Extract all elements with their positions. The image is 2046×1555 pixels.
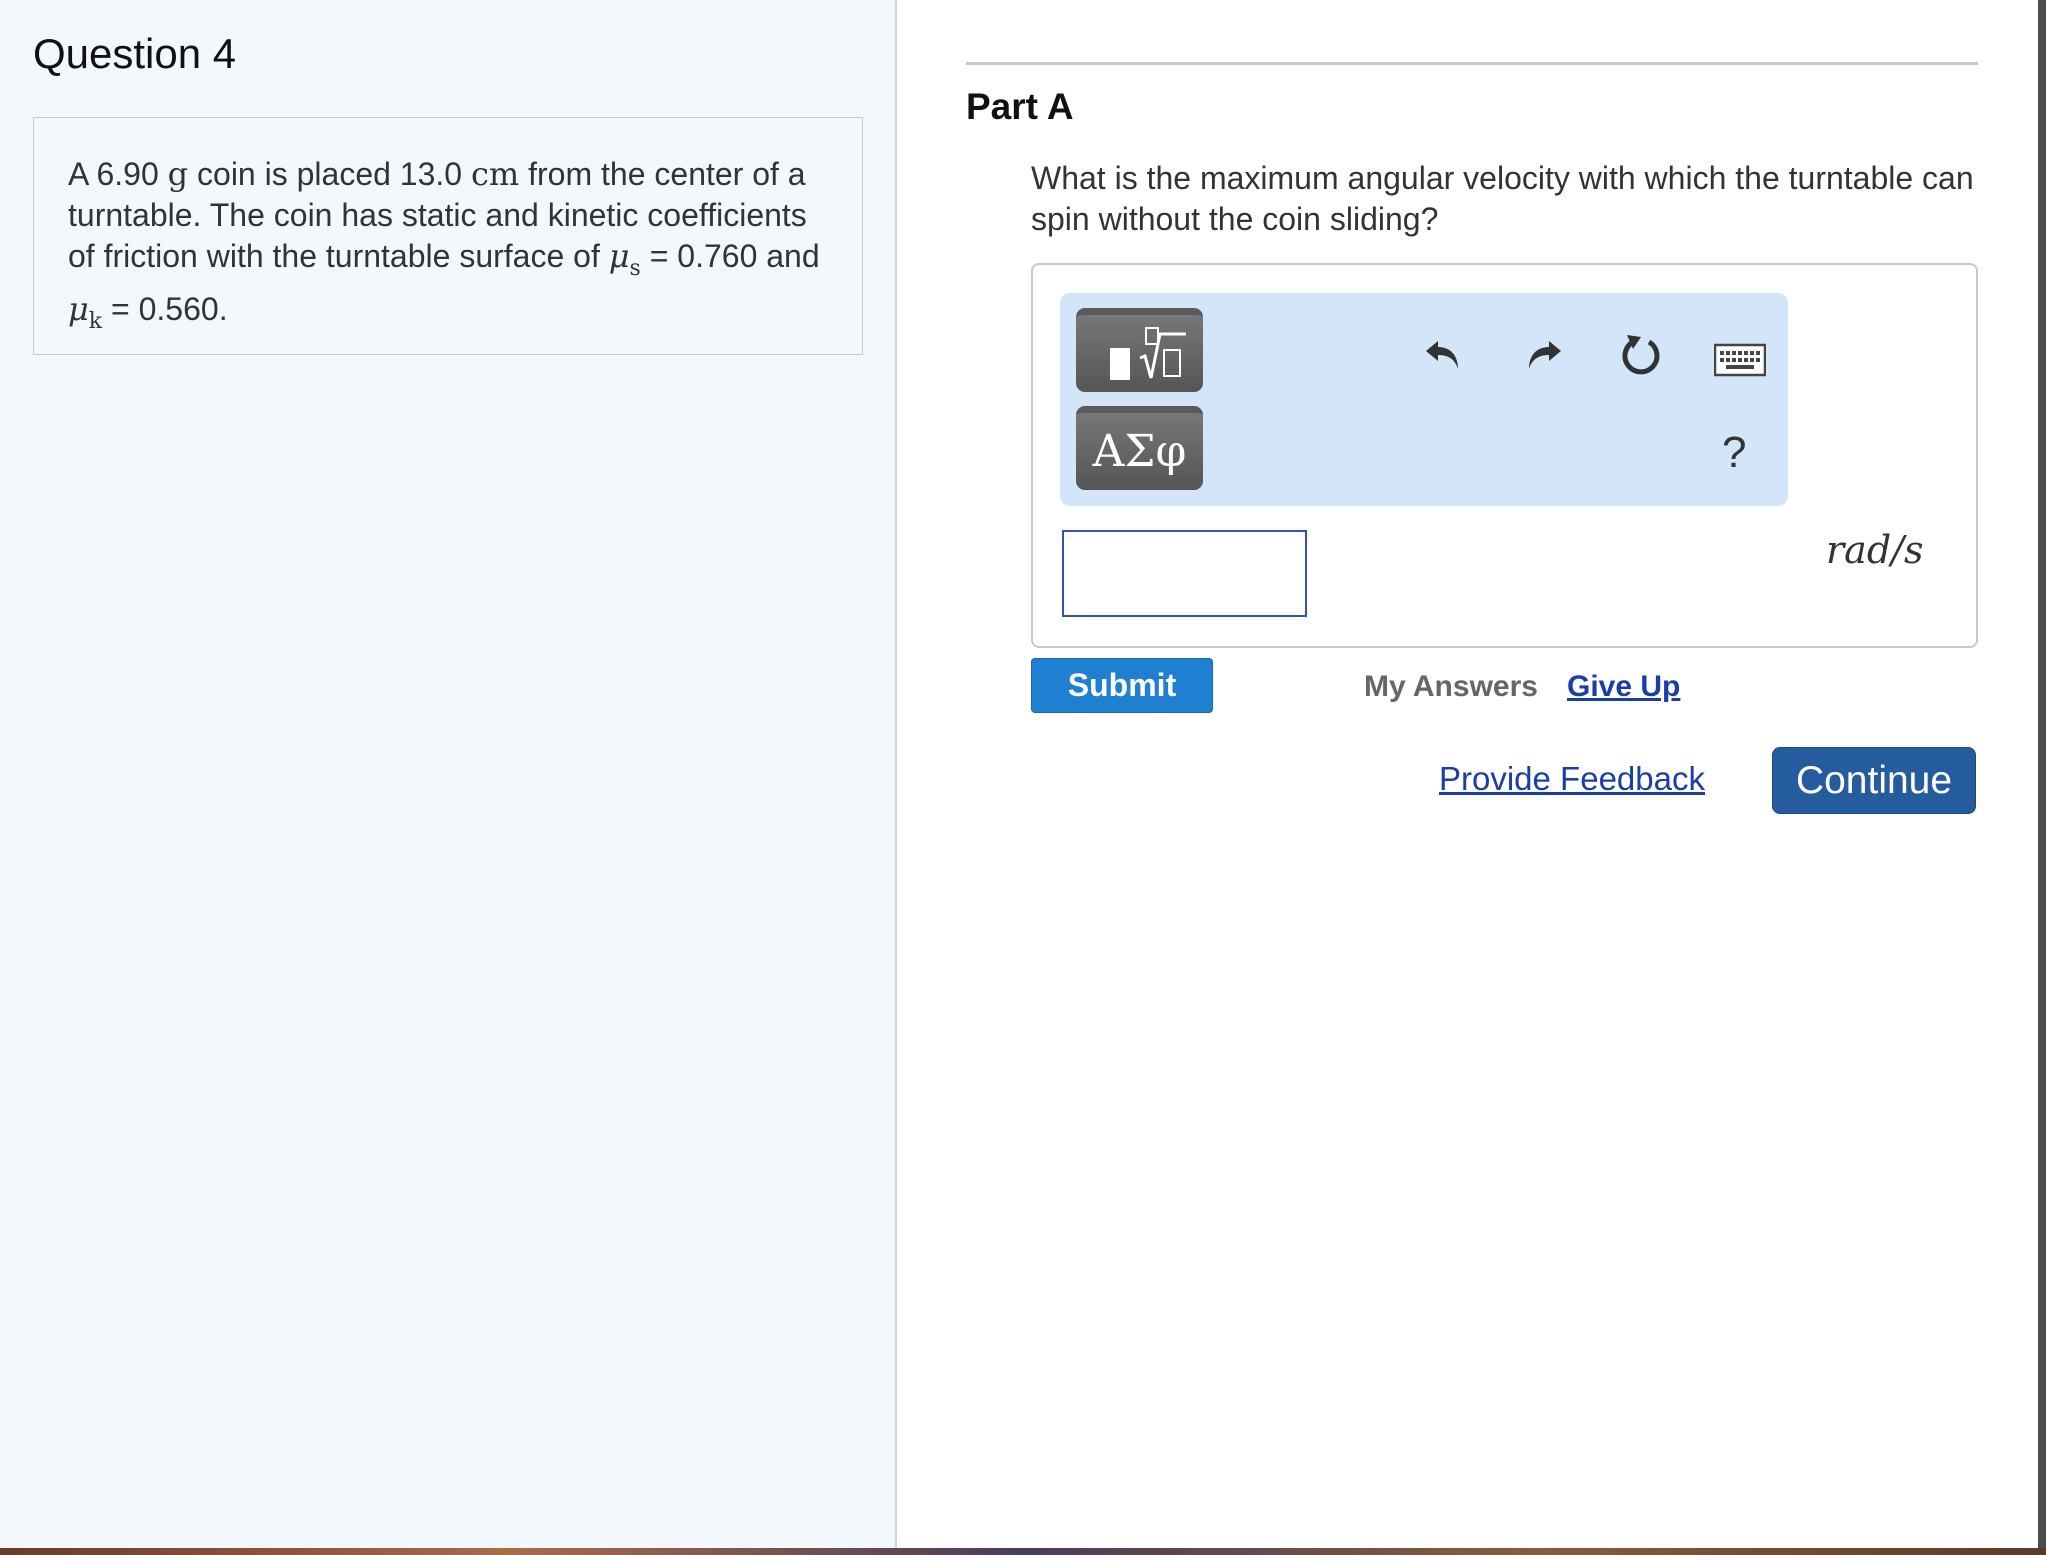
problem-statement: A 6.90 g coin is placed 13.0 cm from the…	[33, 117, 863, 355]
greek-symbols-label: ΑΣφ	[1092, 426, 1187, 477]
mu-s-symbol: μs	[608, 237, 641, 281]
fraction-root-icon	[1109, 326, 1186, 380]
question-panel: Question 4 A 6.90 g coin is placed 13.0 …	[0, 0, 897, 1548]
symbols-button[interactable]: ΑΣφ	[1076, 406, 1203, 490]
keyboard-icon	[1714, 343, 1766, 377]
undo-icon	[1426, 341, 1458, 369]
help-button[interactable]: ?	[1722, 428, 1746, 478]
answer-unit: rad/s	[1826, 528, 1924, 572]
mu-s-value: = 0.760 and	[640, 238, 820, 274]
mu-k-symbol: μk	[68, 290, 103, 334]
problem-text-2: coin is placed 13.0	[188, 156, 471, 192]
provide-feedback-link[interactable]: Provide Feedback	[1439, 760, 1705, 798]
part-title: Part A	[966, 86, 1074, 127]
redo-icon	[1529, 341, 1561, 369]
answer-input[interactable]	[1062, 530, 1307, 617]
continue-button[interactable]: Continue	[1772, 747, 1976, 814]
submit-button[interactable]: Submit	[1031, 658, 1213, 713]
mass-unit: g	[167, 155, 189, 193]
give-up-link[interactable]: Give Up	[1567, 670, 1680, 704]
distance-unit: cm	[470, 155, 520, 193]
undo-button[interactable]	[1421, 330, 1467, 376]
redo-button[interactable]	[1520, 330, 1566, 376]
reset-icon	[1622, 335, 1660, 375]
reset-button[interactable]	[1616, 330, 1666, 380]
window-edge	[2038, 0, 2046, 1548]
mu-k-value: = 0.560.	[102, 291, 228, 327]
keyboard-button[interactable]	[1713, 342, 1767, 378]
part-divider	[966, 62, 1978, 65]
part-question-text: What is the maximum angular velocity wit…	[1031, 160, 1974, 237]
problem-text-1: A 6.90	[68, 156, 168, 192]
templates-button[interactable]	[1076, 308, 1203, 392]
desktop-background-strip	[0, 1548, 2046, 1555]
question-title: Question 4	[33, 30, 237, 77]
my-answers-label: My Answers	[1364, 670, 1538, 703]
